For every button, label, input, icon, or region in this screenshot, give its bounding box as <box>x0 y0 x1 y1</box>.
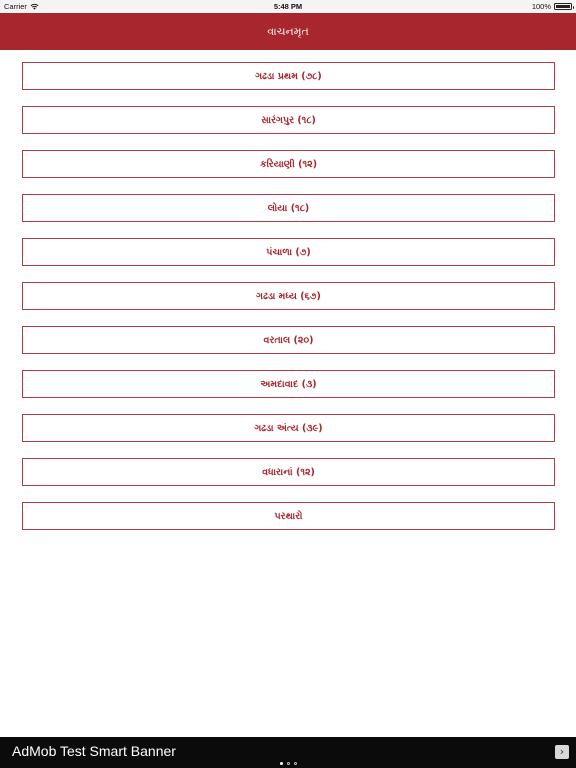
section-button-gadhada-antya[interactable]: ગઢડા અંત્ય (૩૯) <box>22 414 555 442</box>
battery-icon <box>554 3 574 10</box>
section-button-gadhada-madhya[interactable]: ગઢડા મધ્ય (૬૭) <box>22 282 555 310</box>
status-right: 100% <box>531 2 574 11</box>
page-dot <box>293 762 297 765</box>
page-dot-active <box>279 762 283 765</box>
page-indicator <box>0 762 576 766</box>
battery-percent: 100% <box>531 2 551 11</box>
page-dot <box>286 762 290 765</box>
section-button-parthare[interactable]: પરથારો <box>22 502 555 530</box>
section-button-vartal[interactable]: વરતાલ (૨૦) <box>22 326 555 354</box>
ad-banner[interactable]: AdMob Test Smart Banner › <box>0 737 576 768</box>
navigation-bar: વાચનમૃત <box>0 13 576 50</box>
section-button-kariyani[interactable]: કરિયાણી (૧૨) <box>22 150 555 178</box>
section-button-gadhada-pratham[interactable]: ગઢડા પ્રથમ (૭૮) <box>22 62 555 90</box>
section-button-panchala[interactable]: પંચાળા (૭) <box>22 238 555 266</box>
section-button-amdavad[interactable]: અમદાવાદ (૩) <box>22 370 555 398</box>
ad-banner-text[interactable]: AdMob Test Smart Banner <box>12 743 176 759</box>
page-title: વાચનમૃત <box>267 24 309 38</box>
section-button-vadharana[interactable]: વધારાનાં (૧૨) <box>22 458 555 486</box>
section-button-sarangpur[interactable]: સારંગપુર (૧૮) <box>22 106 555 134</box>
chevron-right-icon[interactable]: › <box>555 745 569 759</box>
section-button-loya[interactable]: લોયા (૧૮) <box>22 194 555 222</box>
status-time: 5:48 PM <box>273 2 303 11</box>
section-list: ગઢડા પ્રથમ (૭૮) સારંગપુર (૧૮) કરિયાણી (૧… <box>22 62 555 546</box>
status-bar: Carrier 5:48 PM 100% <box>0 0 576 13</box>
